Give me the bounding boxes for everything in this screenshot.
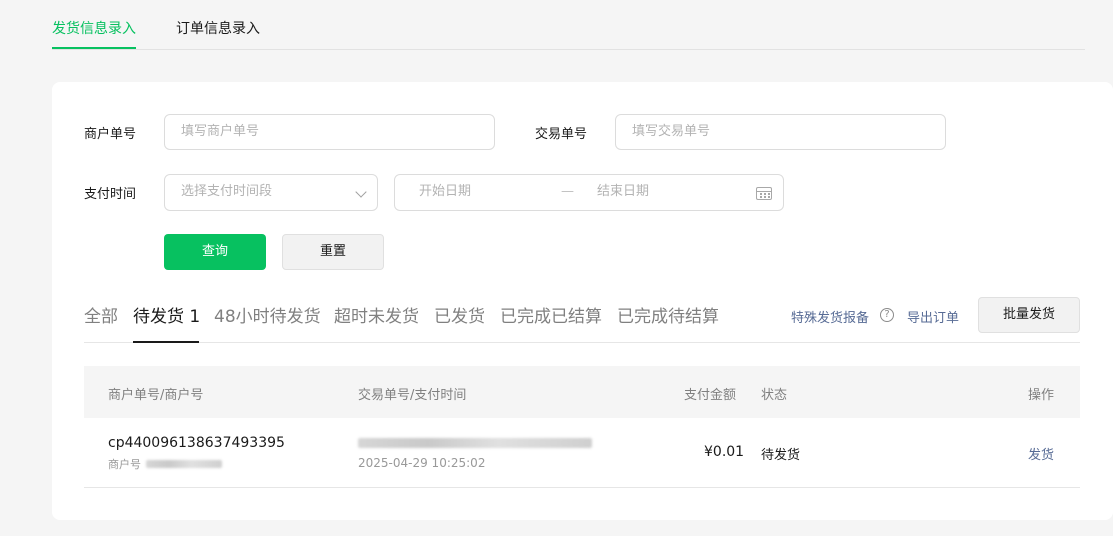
calendar-icon [756,187,772,200]
trade-no-label: 交易单号 [535,127,588,142]
end-date-placeholder: 结束日期 [597,184,650,199]
merchant-no-label: 商户单号 [84,127,137,142]
trade-no-input[interactable]: 填写交易单号 [615,114,946,150]
special-report-link[interactable]: 特殊发货报备 [791,307,869,326]
header-amount: 支付金额 [684,388,737,403]
merchant-no-placeholder: 填写商户单号 [181,124,260,139]
status-tab-pending[interactable]: 待发货 1 [133,302,200,327]
merchant-id-redacted [146,460,222,468]
reset-button[interactable]: 重置 [282,234,384,270]
tab-shipping-entry[interactable]: 发货信息录入 [52,18,136,38]
merchant-id-label: 商户号 [108,458,141,471]
pay-time-label: 支付时间 [84,187,137,202]
trade-no-placeholder: 填写交易单号 [632,124,711,139]
merchant-order-no: cp440096138637493395 [108,435,285,451]
date-separator: — [561,184,574,199]
status-tab-overdue[interactable]: 超时未发货 [334,302,419,327]
header-operation: 操作 [1028,388,1055,403]
trade-no-redacted [358,438,592,448]
search-button[interactable]: 查询 [164,234,266,270]
header-merchant: 商户单号/商户号 [108,388,204,403]
status-tab-completed-unsettled[interactable]: 已完成待结算 [617,302,719,327]
table-header: 商户单号/商户号 交易单号/支付时间 支付金额 状态 操作 [84,366,1080,418]
help-icon[interactable]: ? [880,308,894,322]
export-orders-link[interactable]: 导出订单 [907,307,959,326]
amount-value: ¥0.01 [704,444,745,460]
status-tab-48h-pending[interactable]: 48小时待发货 [214,302,321,327]
pay-time-select-placeholder: 选择支付时间段 [181,184,273,199]
status-tab-indicator [133,341,199,343]
main-card: 商户单号 填写商户单号 交易单号 填写交易单号 支付时间 选择支付时间段 开始日… [52,82,1113,520]
start-date-placeholder: 开始日期 [419,184,472,199]
chevron-down-icon [355,186,367,198]
pay-time-select[interactable]: 选择支付时间段 [164,174,378,211]
status-value: 待发货 [761,448,801,463]
ship-action-link[interactable]: 发货 [1028,444,1054,463]
status-tabs: 全部 待发货 1 48小时待发货 超时未发货 已发货 已完成已结算 已完成待结算… [84,297,1080,343]
status-tab-completed-settled[interactable]: 已完成已结算 [500,302,602,327]
active-tab-indicator [52,47,136,49]
date-range-picker[interactable]: 开始日期 — 结束日期 [394,174,784,211]
header-trade: 交易单号/支付时间 [358,388,467,403]
header-status: 状态 [761,388,788,403]
tab-order-entry[interactable]: 订单信息录入 [176,18,260,38]
status-tab-all[interactable]: 全部 [84,302,118,327]
table-row: cp440096138637493395 商户号 2025-04-29 10:2… [84,418,1080,488]
batch-ship-button[interactable]: 批量发货 [978,297,1080,333]
status-tab-shipped[interactable]: 已发货 [434,302,485,327]
pay-time-value: 2025-04-29 10:25:02 [358,456,486,470]
merchant-no-input[interactable]: 填写商户单号 [164,114,495,150]
top-tabs: 发货信息录入 订单信息录入 [52,0,1085,50]
